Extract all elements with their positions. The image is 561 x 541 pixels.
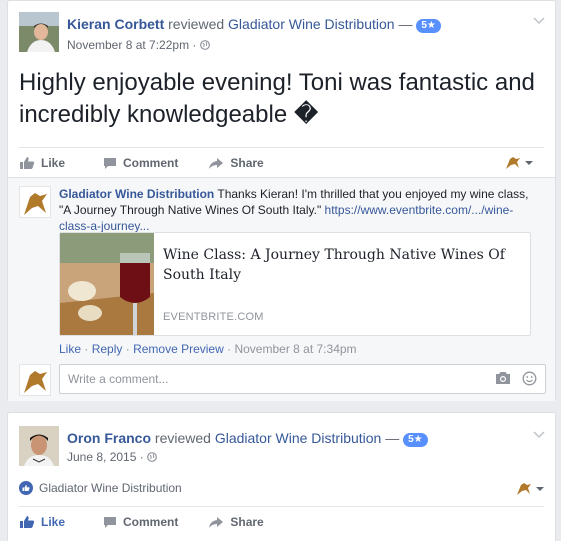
- reviewed-text: reviewed: [168, 16, 225, 32]
- author-name-link[interactable]: Kieran Corbett: [67, 16, 164, 32]
- camera-icon[interactable]: [495, 371, 511, 388]
- share-button[interactable]: Share: [208, 515, 264, 529]
- thumbs-up-badge-icon: [19, 481, 33, 495]
- reviewed-text: reviewed: [154, 430, 211, 446]
- timestamp-link[interactable]: June 8, 2015: [67, 450, 136, 464]
- page-name-link[interactable]: Gladiator Wine Distribution: [215, 430, 382, 446]
- avatar-oron[interactable]: [19, 426, 59, 466]
- review-text: Highly enjoyable evening! Toni was fanta…: [19, 69, 535, 128]
- comment-bubble-icon: [104, 157, 117, 169]
- comment-bubble-icon: [104, 516, 117, 528]
- page-voice-selector[interactable]: [515, 481, 545, 497]
- comment-button[interactable]: Comment: [103, 156, 178, 170]
- chevron-down-icon[interactable]: [533, 427, 545, 442]
- rating-badge[interactable]: 5★: [416, 19, 441, 33]
- gladiator-logo-icon: [517, 483, 531, 495]
- meta-separator: ·: [192, 38, 197, 52]
- timestamp-link[interactable]: November 8 at 7:22pm: [67, 38, 189, 52]
- page-name-link[interactable]: Gladiator Wine Distribution: [228, 16, 395, 32]
- share-label: Share: [230, 515, 264, 529]
- share-button[interactable]: Share: [208, 156, 264, 170]
- comment-timestamp[interactable]: November 8 at 7:34pm: [234, 342, 356, 356]
- remove-preview-link[interactable]: Remove Preview: [133, 342, 224, 356]
- review-post-kieran: Kieran Corbett reviewed Gladiator Wine D…: [7, 0, 556, 401]
- post-meta: November 8 at 7:22pm ·: [67, 37, 210, 53]
- meta-sep: ·: [125, 342, 130, 356]
- meta-sep: ·: [227, 342, 232, 356]
- thumbs-up-icon: [20, 516, 35, 528]
- preview-domain: EVENTBRITE.COM: [163, 311, 264, 323]
- comment-label: Comment: [123, 515, 179, 529]
- like-button[interactable]: Like: [19, 156, 65, 170]
- link-preview-card[interactable]: Wine Class: A Journey Through Native Win…: [59, 232, 531, 336]
- comment-reply-link[interactable]: Reply: [92, 342, 123, 356]
- like-label: Like: [41, 156, 66, 170]
- recommendation-line: Gladiator Wine Distribution: [19, 481, 182, 495]
- like-label: Like: [41, 515, 66, 529]
- dash-separator: —: [398, 16, 413, 32]
- post-header: Kieran Corbett reviewed Gladiator Wine D…: [67, 15, 441, 33]
- gladiator-logo-icon: [506, 157, 520, 169]
- dash-separator: —: [385, 430, 400, 446]
- post-actions: Like Comment Share: [19, 148, 544, 178]
- write-comment-input[interactable]: [60, 365, 460, 393]
- comment-like-link[interactable]: Like: [59, 342, 81, 356]
- thumbs-up-icon: [20, 157, 35, 169]
- meta-sep: ·: [84, 342, 89, 356]
- share-arrow-icon: [209, 157, 224, 169]
- caret-down-icon: [536, 487, 544, 491]
- my-avatar[interactable]: [19, 364, 51, 396]
- globe-icon[interactable]: [147, 452, 157, 462]
- preview-image: [60, 233, 154, 335]
- post-actions: Like Comment Share: [19, 507, 544, 537]
- commenter-avatar[interactable]: [19, 186, 51, 218]
- comments-section: Gladiator Wine Distribution Thanks Kiera…: [8, 177, 555, 401]
- share-label: Share: [230, 156, 264, 170]
- review-post-oron: Oron Franco reviewed Gladiator Wine Dist…: [7, 412, 556, 541]
- post-meta: June 8, 2015 ·: [67, 449, 157, 465]
- globe-icon[interactable]: [199, 40, 210, 50]
- caret-down-icon: [525, 161, 533, 165]
- chevron-down-icon[interactable]: [533, 13, 545, 28]
- recommended-page-text[interactable]: Gladiator Wine Distribution: [39, 481, 182, 495]
- preview-title[interactable]: Wine Class: A Journey Through Native Win…: [163, 245, 523, 285]
- smiley-icon[interactable]: [522, 371, 537, 389]
- share-arrow-icon: [209, 516, 224, 528]
- meta-separator: ·: [139, 450, 144, 464]
- comment-body: Gladiator Wine Distribution Thanks Kiera…: [59, 186, 539, 234]
- page-voice-selector[interactable]: [504, 155, 534, 171]
- like-button[interactable]: Like: [19, 515, 65, 529]
- comment-button[interactable]: Comment: [103, 515, 178, 529]
- avatar-kieran[interactable]: [19, 12, 59, 52]
- comment-label: Comment: [123, 156, 179, 170]
- author-name-link[interactable]: Oron Franco: [67, 430, 151, 446]
- comment-author-link[interactable]: Gladiator Wine Distribution: [59, 187, 214, 201]
- post-header: Oron Franco reviewed Gladiator Wine Dist…: [67, 429, 428, 447]
- comment-meta: Like · Reply · Remove Preview · November…: [59, 342, 357, 356]
- rating-badge[interactable]: 5★: [403, 433, 428, 447]
- comment-box: [59, 364, 546, 394]
